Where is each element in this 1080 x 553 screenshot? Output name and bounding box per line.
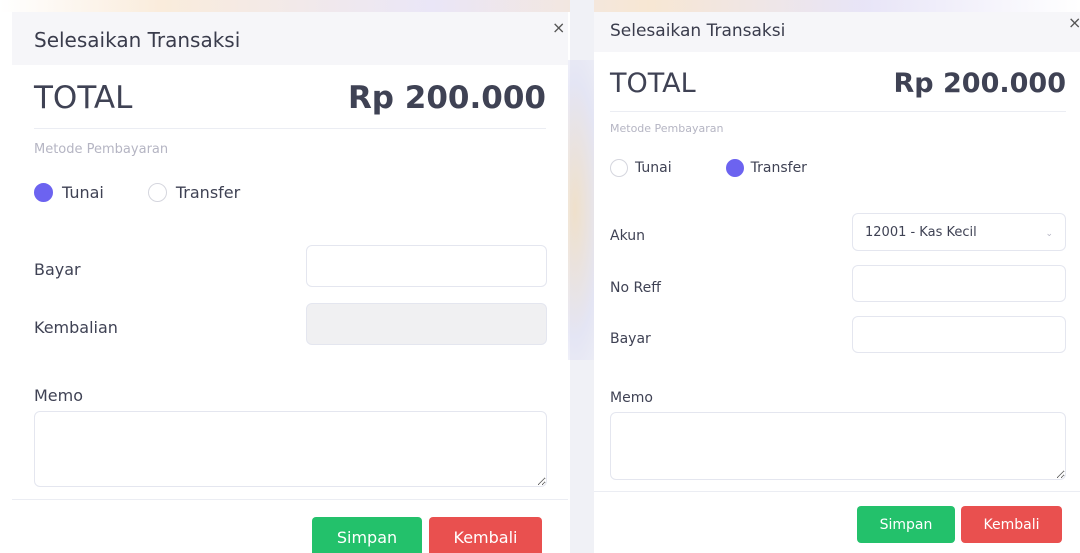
footer-divider — [594, 491, 1080, 492]
radio-unselected-icon[interactable] — [147, 183, 167, 202]
no-reff-label: No Reff — [610, 280, 661, 296]
radio-tunai[interactable]: Tunai — [610, 159, 672, 177]
save-button[interactable]: Simpan — [312, 517, 422, 553]
radio-tunai[interactable]: Tunai — [34, 183, 104, 202]
total-value: Rp 200.000 — [893, 68, 1067, 99]
close-icon[interactable]: × — [1068, 15, 1080, 31]
chevron-down-icon: ⌄ — [1045, 229, 1053, 239]
memo-textarea[interactable] — [610, 412, 1066, 480]
radio-transfer-label: Transfer — [750, 160, 807, 176]
bayar-input[interactable] — [306, 245, 547, 287]
radio-tunai-label: Tunai — [635, 160, 672, 176]
payment-method-label: Metode Pembayaran — [34, 142, 169, 157]
radio-transfer[interactable]: Transfer — [725, 159, 807, 177]
memo-textarea[interactable] — [34, 411, 547, 487]
payment-method-label: Metode Pembayaran — [610, 122, 724, 135]
kembalian-input — [306, 303, 547, 345]
background-decoration — [0, 0, 1080, 12]
radio-unselected-icon[interactable] — [610, 159, 628, 177]
radio-transfer[interactable]: Transfer — [147, 183, 241, 202]
close-icon[interactable]: × — [552, 20, 565, 36]
radio-selected-icon[interactable] — [34, 183, 53, 202]
payment-method-group: Tunai Transfer — [610, 159, 861, 177]
payment-method-group: Tunai Transfer — [34, 183, 284, 202]
modal-header: Selesaikan Transaksi — [12, 12, 568, 65]
akun-select[interactable]: 12001 - Kas Kecil ⌄ — [852, 213, 1066, 251]
divider — [34, 128, 546, 129]
payment-modal-cash: Selesaikan Transaksi × TOTAL Rp 200.000 … — [12, 12, 568, 553]
radio-selected-icon[interactable] — [725, 159, 744, 177]
bayar-input[interactable] — [852, 316, 1066, 353]
total-label: TOTAL — [34, 80, 133, 116]
footer-divider — [12, 499, 568, 500]
modal-title: Selesaikan Transaksi — [34, 28, 241, 52]
bayar-label: Bayar — [34, 260, 81, 279]
back-button[interactable]: Kembali — [429, 517, 542, 553]
memo-label: Memo — [610, 390, 653, 406]
akun-selected-value: 12001 - Kas Kecil — [865, 224, 977, 240]
back-button[interactable]: Kembali — [961, 506, 1062, 543]
total-label: TOTAL — [610, 68, 696, 99]
modal-header: Selesaikan Transaksi — [594, 12, 1080, 52]
total-value: Rp 200.000 — [347, 80, 546, 116]
no-reff-input[interactable] — [852, 265, 1066, 302]
save-button[interactable]: Simpan — [857, 506, 955, 543]
radio-transfer-label: Transfer — [175, 183, 241, 202]
payment-modal-transfer: Selesaikan Transaksi × TOTAL Rp 200.000 … — [594, 12, 1080, 553]
divider — [610, 111, 1066, 112]
kembalian-label: Kembalian — [34, 318, 118, 337]
memo-label: Memo — [34, 386, 84, 405]
radio-tunai-label: Tunai — [62, 183, 104, 202]
akun-label: Akun — [610, 228, 645, 244]
modal-title: Selesaikan Transaksi — [610, 21, 786, 41]
bayar-label: Bayar — [610, 331, 651, 347]
